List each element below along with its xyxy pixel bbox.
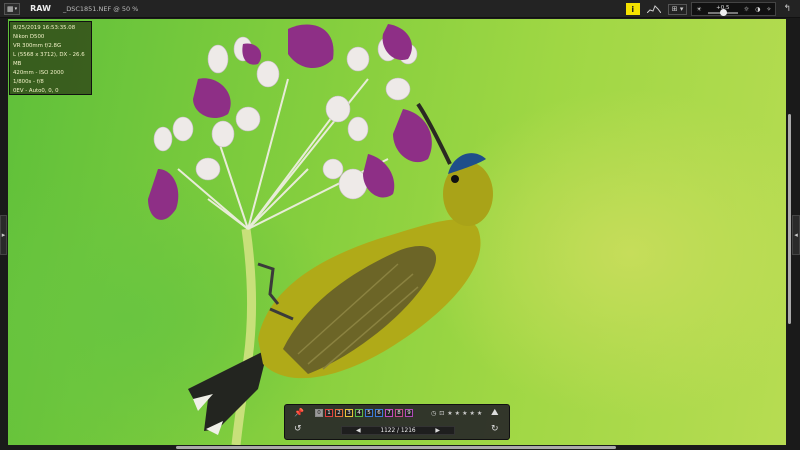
vertical-scroll-thumb[interactable] bbox=[788, 114, 791, 324]
saturation-icon[interactable]: ✧ bbox=[766, 6, 771, 13]
horizontal-scroll-thumb[interactable] bbox=[176, 446, 616, 449]
previous-button[interactable]: ◀ bbox=[356, 427, 361, 434]
brightness-icon[interactable]: ☼ bbox=[744, 6, 749, 13]
bird-photo bbox=[148, 24, 493, 445]
slider-knob[interactable] bbox=[719, 8, 727, 16]
exposure-slider[interactable] bbox=[707, 8, 738, 16]
color-label-1[interactable]: 1 bbox=[325, 409, 333, 417]
color-label-3[interactable]: 3 bbox=[345, 409, 353, 417]
display-mode-button[interactable]: ⊞ ▾ bbox=[667, 3, 688, 15]
vertical-scrollbar[interactable] bbox=[787, 19, 792, 445]
star-4[interactable]: ★ bbox=[469, 410, 474, 417]
view-mode-button[interactable]: ▦ ▾ bbox=[4, 2, 21, 15]
horizontal-scrollbar[interactable] bbox=[8, 445, 786, 450]
info-date: 8/25/2019 16:53:35.08 bbox=[13, 25, 76, 31]
chevron-left-icon: ◂ bbox=[794, 231, 798, 239]
star-rating[interactable]: ★ ★ ★ ★ ★ bbox=[447, 410, 482, 417]
color-label-0[interactable]: 0 bbox=[315, 409, 323, 417]
star-2[interactable]: ★ bbox=[455, 410, 460, 417]
right-panel-toggle[interactable]: ◂ bbox=[792, 215, 800, 255]
filename-label: _DSC1851.NEF @ 50 % bbox=[62, 4, 139, 13]
info-focal-iso: 420mm - ISO 2000 bbox=[13, 70, 64, 76]
histogram-icon[interactable] bbox=[644, 4, 664, 15]
protect-icon[interactable]: ⊡ bbox=[439, 410, 444, 417]
left-panel-toggle[interactable]: ▸ bbox=[0, 215, 7, 255]
next-button[interactable]: ▶ bbox=[435, 427, 440, 434]
chevron-down-icon: ▾ bbox=[14, 5, 18, 12]
info-camera: Nikon D500 bbox=[13, 34, 45, 40]
chevron-right-icon: ▸ bbox=[1, 231, 6, 239]
toolbar-right: i ⊞ ▾ ☀ +0.5 ☼ ◑ ✧ ↰ bbox=[625, 0, 800, 18]
image-control-panel: 📌 0123456789 ◷ ⊡ ★ ★ ★ ★ ★ ⛰ ↺ ◀ 1122 / 1216… bbox=[284, 404, 510, 440]
color-label-4[interactable]: 4 bbox=[355, 409, 363, 417]
color-label-8[interactable]: 8 bbox=[395, 409, 403, 417]
return-icon[interactable]: ↰ bbox=[780, 4, 794, 14]
color-label-7[interactable]: 7 bbox=[385, 409, 393, 417]
compare-icon[interactable]: ⛰ bbox=[491, 408, 499, 418]
info-exposure: 0EV - Auto0, 0, 0 bbox=[13, 88, 59, 94]
photo-info-overlay: 8/25/2019 16:53:35.08 Nikon D500 VR 300m… bbox=[9, 21, 92, 95]
image-position: 1122 / 1216 bbox=[380, 427, 416, 434]
star-1[interactable]: ★ bbox=[447, 410, 452, 417]
rotate-right-icon[interactable]: ↻ bbox=[491, 424, 499, 434]
info-shutter: 1/800s - f/8 bbox=[13, 79, 44, 85]
star-5[interactable]: ★ bbox=[477, 410, 482, 417]
grid-icon: ▦ bbox=[7, 4, 14, 13]
contrast-icon[interactable]: ◑ bbox=[755, 6, 760, 13]
info-lens: VR 300mm f/2.8G bbox=[13, 43, 62, 49]
image-navigator: ◀ 1122 / 1216 ▶ bbox=[341, 426, 455, 435]
format-label: RAW bbox=[30, 4, 51, 13]
color-label-2[interactable]: 2 bbox=[335, 409, 343, 417]
rotate-left-icon[interactable]: ↺ bbox=[294, 424, 302, 434]
info-size: L (5568 x 3712), DX - 26.6 MB bbox=[13, 52, 85, 67]
color-label-6[interactable]: 6 bbox=[375, 409, 383, 417]
adjustment-panel: ☀ +0.5 ☼ ◑ ✧ bbox=[691, 2, 777, 16]
photo-viewer[interactable] bbox=[8, 19, 786, 445]
rating-control: ◷ ⊡ ★ ★ ★ ★ ★ bbox=[431, 410, 482, 417]
color-label-9[interactable]: 9 bbox=[405, 409, 413, 417]
toolbar-left: ▦ ▾ RAW _DSC1851.NEF @ 50 % bbox=[0, 2, 139, 15]
star-3[interactable]: ★ bbox=[462, 410, 467, 417]
pin-icon[interactable]: 📌 bbox=[294, 408, 304, 417]
clock-icon[interactable]: ◷ bbox=[431, 410, 436, 417]
color-label-row: 0123456789 bbox=[315, 409, 413, 417]
info-button[interactable]: i bbox=[625, 3, 640, 15]
top-toolbar: ▦ ▾ RAW _DSC1851.NEF @ 50 % i ⊞ ▾ ☀ +0.5… bbox=[0, 0, 800, 18]
exposure-icon: ☀ bbox=[696, 5, 702, 13]
color-label-5[interactable]: 5 bbox=[365, 409, 373, 417]
